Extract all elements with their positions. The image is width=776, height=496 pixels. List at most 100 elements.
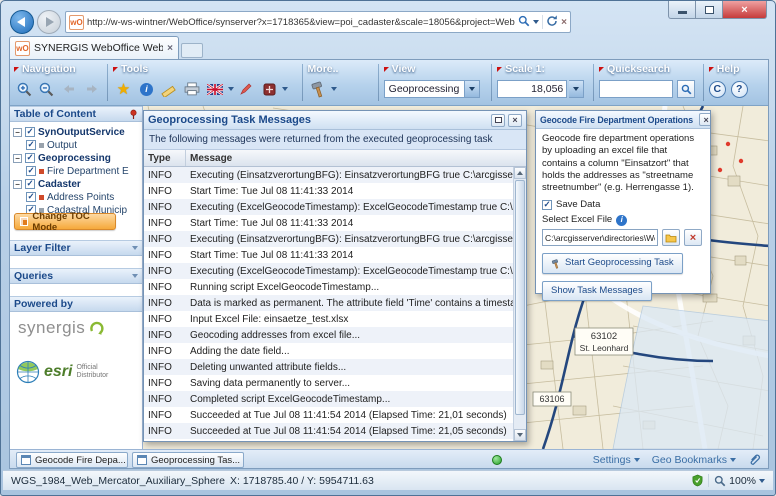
close-geocode-button[interactable]: × xyxy=(699,113,710,126)
tree-node-label[interactable]: Geoprocessing xyxy=(38,153,111,164)
message-row[interactable]: INFOSucceeded at Tue Jul 08 11:41:54 201… xyxy=(144,407,513,423)
layer-checkbox[interactable] xyxy=(26,140,36,150)
layer-filter-header[interactable]: Layer Filter xyxy=(10,240,142,256)
message-row[interactable]: INFOSucceeded at Tue Jul 08 11:41:54 201… xyxy=(144,423,513,439)
taskbar-item-geocode[interactable]: Geocode Fire Depa... xyxy=(16,452,128,468)
geo-bookmarks-menu[interactable]: Geo Bookmarks xyxy=(652,454,736,466)
tree-node-label[interactable]: SynOutputService xyxy=(38,127,125,138)
messages-scrollbar[interactable] xyxy=(513,167,526,441)
message-row[interactable]: INFOExecuting (EinsatzverortungBFG): Ein… xyxy=(144,167,513,183)
flag-dropdown-icon[interactable] xyxy=(228,87,234,91)
scrollbar-thumb[interactable] xyxy=(515,180,525,415)
close-messages-button[interactable]: × xyxy=(508,114,522,127)
forward-button[interactable] xyxy=(37,10,61,34)
tree-node-address-points[interactable]: Address Points xyxy=(26,191,156,203)
message-row[interactable]: INFOExecuting (EinsatzverortungBFG): Ein… xyxy=(144,231,513,247)
show-task-messages-button[interactable]: Show Task Messages xyxy=(542,281,652,301)
collapse-icon[interactable]: − xyxy=(13,180,22,189)
tree-node-label[interactable]: Address Points xyxy=(47,192,114,203)
close-window-button[interactable]: × xyxy=(723,1,767,19)
tree-node-cadaster[interactable]: − Cadaster xyxy=(13,178,143,190)
toc-header[interactable]: Table of Content xyxy=(10,106,142,122)
column-message[interactable]: Message xyxy=(186,153,526,164)
message-row[interactable]: INFOInput Excel File: einsaetze_test.xls… xyxy=(144,311,513,327)
print-icon[interactable] xyxy=(182,79,203,100)
quicksearch-button[interactable] xyxy=(677,80,695,98)
dark-tool-icon[interactable] xyxy=(259,79,280,100)
view-dropdown-button[interactable] xyxy=(464,81,479,97)
new-tab-button[interactable] xyxy=(181,43,203,58)
layer-checkbox[interactable] xyxy=(25,153,35,163)
stop-icon[interactable]: × xyxy=(561,17,567,28)
maximize-window-button[interactable] xyxy=(491,114,505,127)
favorites-star-icon[interactable]: ★ xyxy=(113,79,134,100)
zoom-control[interactable]: 100% xyxy=(714,475,765,487)
message-row[interactable]: INFORunning script ExcelGeocodeTimestamp… xyxy=(144,279,513,295)
url-text[interactable]: http://w-ws-wintner/WebOffice/synserver?… xyxy=(87,17,515,28)
chevron-down-icon[interactable] xyxy=(132,274,138,278)
message-row[interactable]: INFOStart Time: Tue Jul 08 11:41:33 2014 xyxy=(144,215,513,231)
browser-tab[interactable]: wO SYNERGIS WebOffice Web... × xyxy=(9,36,179,59)
info-icon[interactable]: i xyxy=(616,215,627,226)
settings-menu[interactable]: Settings xyxy=(593,454,640,466)
clear-file-button[interactable]: × xyxy=(684,229,702,246)
message-row[interactable]: INFOStart Time: Tue Jul 08 11:41:33 2014 xyxy=(144,247,513,263)
layer-checkbox[interactable] xyxy=(26,192,36,202)
message-row[interactable]: INFOAdding the date field... xyxy=(144,343,513,359)
excel-file-input[interactable] xyxy=(542,229,658,246)
contact-button[interactable]: C xyxy=(709,81,726,98)
tree-node-label[interactable]: Output xyxy=(47,140,77,151)
collapse-icon[interactable]: − xyxy=(13,154,22,163)
redlining-icon[interactable] xyxy=(236,79,257,100)
layer-checkbox[interactable] xyxy=(26,166,36,176)
scroll-down-button[interactable] xyxy=(514,429,526,441)
taskbar-item-geoprocessing[interactable]: Geoprocessing Tas... xyxy=(132,452,244,468)
tree-node-label[interactable]: Fire Department E xyxy=(47,166,129,177)
message-row[interactable]: INFOStart Time: Tue Jul 08 11:41:33 2014 xyxy=(144,183,513,199)
tree-node-fire-department[interactable]: Fire Department E xyxy=(26,165,156,177)
back-button[interactable] xyxy=(10,10,34,34)
tools-dropdown-icon[interactable] xyxy=(282,87,288,91)
maximize-button[interactable] xyxy=(696,1,723,19)
message-row[interactable]: INFOExecuting (ExcelGeocodeTimestamp): E… xyxy=(144,199,513,215)
view-select[interactable]: Geoprocessing xyxy=(384,80,480,98)
message-row[interactable]: INFODeleting unwanted attribute fields..… xyxy=(144,359,513,375)
address-bar[interactable]: wO http://w-ws-wintner/WebOffice/synserv… xyxy=(65,11,571,33)
zoom-out-icon[interactable] xyxy=(37,79,58,100)
minimize-button[interactable] xyxy=(668,1,696,19)
message-row[interactable]: INFOData is marked as permanent. The att… xyxy=(144,295,513,311)
layer-checkbox[interactable] xyxy=(25,127,35,137)
url-dropdown-icon[interactable] xyxy=(533,20,539,24)
measure-icon[interactable] xyxy=(159,79,180,100)
geocode-window-titlebar[interactable]: Geocode Fire Department Operations × xyxy=(536,111,710,129)
column-type[interactable]: Type xyxy=(144,150,186,166)
refresh-icon[interactable] xyxy=(546,15,558,30)
identify-info-icon[interactable]: i xyxy=(136,79,157,100)
previous-extent-icon[interactable] xyxy=(59,79,80,100)
scroll-up-button[interactable] xyxy=(514,167,526,179)
message-row[interactable]: INFOGeocoding addresses from excel file.… xyxy=(144,327,513,343)
tree-node-geoprocessing[interactable]: − Geoprocessing xyxy=(13,152,143,164)
tree-node-output[interactable]: Output xyxy=(26,139,156,151)
zoom-in-icon[interactable] xyxy=(14,79,35,100)
chevron-down-icon[interactable] xyxy=(132,246,138,250)
start-geoprocessing-button[interactable]: Start Geoprocessing Task xyxy=(542,253,683,273)
paperclip-icon[interactable] xyxy=(748,453,762,467)
language-flag-icon[interactable] xyxy=(205,79,226,100)
layer-checkbox[interactable] xyxy=(25,179,35,189)
messages-window-titlebar[interactable]: Geoprocessing Task Messages × xyxy=(144,111,526,130)
more-dropdown-icon[interactable] xyxy=(331,87,337,91)
change-toc-mode-button[interactable]: Change TOC Mode xyxy=(14,213,116,230)
message-row[interactable]: INFOExecuting (ExcelGeocodeTimestamp): E… xyxy=(144,263,513,279)
messages-column-header[interactable]: Type Message xyxy=(144,150,526,167)
scale-dropdown-button[interactable] xyxy=(569,80,584,98)
browse-file-button[interactable] xyxy=(662,229,680,246)
hammer-tools-icon[interactable] xyxy=(308,79,329,100)
tab-close-icon[interactable]: × xyxy=(167,43,173,54)
message-row[interactable]: INFOSaving data permanently to server... xyxy=(144,375,513,391)
save-data-checkbox[interactable] xyxy=(542,200,552,210)
scale-input[interactable] xyxy=(497,80,567,98)
collapse-icon[interactable]: − xyxy=(13,128,22,137)
tree-node-synoutputservice[interactable]: − SynOutputService xyxy=(13,126,143,138)
message-row[interactable]: INFOCompleted script ExcelGeocodeTimesta… xyxy=(144,391,513,407)
